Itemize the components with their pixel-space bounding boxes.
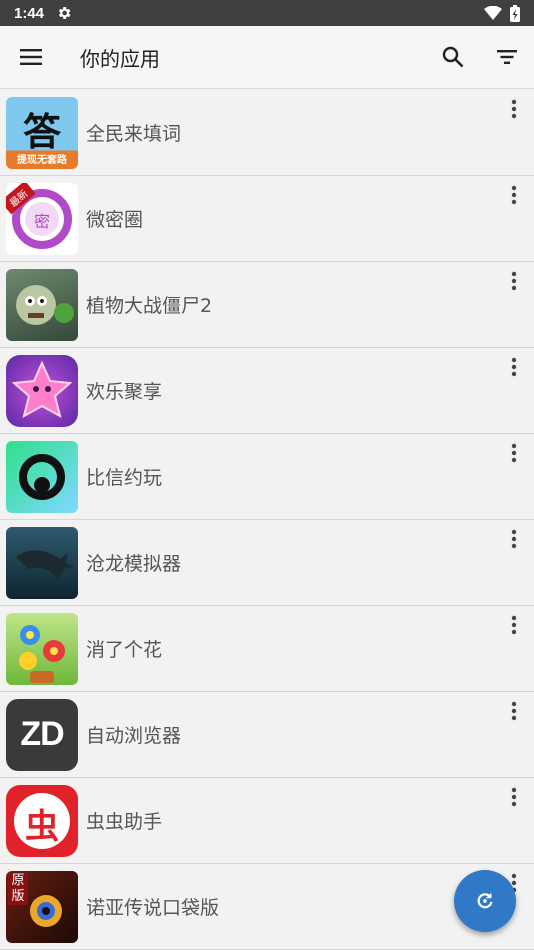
app-name: 微密圈 [86,209,144,231]
list-item[interactable]: 沧龙模拟器 [0,520,534,606]
list-item[interactable]: ZD 自动浏览器 [0,692,534,778]
chongchong-icon: 虫 [6,784,78,857]
more-options-button[interactable] [500,698,528,724]
filter-icon [497,50,517,64]
answer-game-icon: 答 提现无套路 [6,96,78,169]
more-vert-icon [511,271,517,291]
list-item[interactable]: 密 最新 微密圈 [0,176,534,262]
settings-gear-icon [58,7,71,19]
more-vert-icon [511,615,517,635]
more-vert-icon [511,787,517,807]
star-game-icon [6,354,78,427]
flower-game-icon [6,612,78,685]
search-icon [442,46,464,68]
app-name: 植物大战僵尸2 [86,295,213,317]
app-name: 沧龙模拟器 [86,553,182,575]
refresh-icon [477,892,493,909]
refresh-fab-button[interactable] [454,870,516,932]
battery-charging-icon [510,4,520,22]
app-name: 自动浏览器 [86,725,182,747]
noah-legend-icon: 原版 [6,870,78,943]
app-name: 欢乐聚享 [86,381,163,403]
app-name: 比信约玩 [86,467,163,489]
status-time: 1:44 [14,4,45,22]
app-name: 虫虫助手 [86,811,163,833]
more-vert-icon [511,99,517,119]
hamburger-menu-icon [20,49,42,65]
more-options-button[interactable] [500,526,528,552]
status-bar: 1:44 [0,0,534,26]
menu-button[interactable] [0,26,62,89]
filter-button[interactable] [480,26,534,89]
weimiquan-icon: 密 最新 [6,182,78,255]
bixin-icon [6,440,78,513]
more-options-button[interactable] [500,182,528,208]
more-vert-icon [511,185,517,205]
list-item[interactable]: 答 提现无套路 全民来填词 [0,90,534,176]
more-options-button[interactable] [500,354,528,380]
search-button[interactable] [426,26,480,89]
more-options-button[interactable] [500,612,528,638]
more-options-button[interactable] [500,440,528,466]
wifi-icon [484,6,502,20]
page-title: 你的应用 [80,46,160,71]
more-options-button[interactable] [500,784,528,810]
app-name: 诺亚传说口袋版 [86,897,220,919]
list-item[interactable]: 欢乐聚享 [0,348,534,434]
app-bar: 你的应用 [0,26,534,89]
more-vert-icon [511,443,517,463]
mosasaur-icon [6,526,78,599]
more-options-button[interactable] [500,96,528,122]
zd-browser-icon: ZD [6,698,78,771]
app-list: 答 提现无套路 全民来填词 密 最新 微密圈 植物大战僵尸2 欢乐聚享 比信约玩 [0,90,534,950]
more-options-button[interactable] [500,268,528,294]
list-item[interactable]: 消了个花 [0,606,534,692]
more-vert-icon [511,357,517,377]
more-vert-icon [511,529,517,549]
list-item[interactable]: 植物大战僵尸2 [0,262,534,348]
list-item[interactable]: 虫 虫虫助手 [0,778,534,864]
list-item[interactable]: 比信约玩 [0,434,534,520]
app-name: 全民来填词 [86,123,182,145]
more-vert-icon [511,701,517,721]
zombie-game-icon [6,268,78,341]
app-name: 消了个花 [86,639,163,661]
